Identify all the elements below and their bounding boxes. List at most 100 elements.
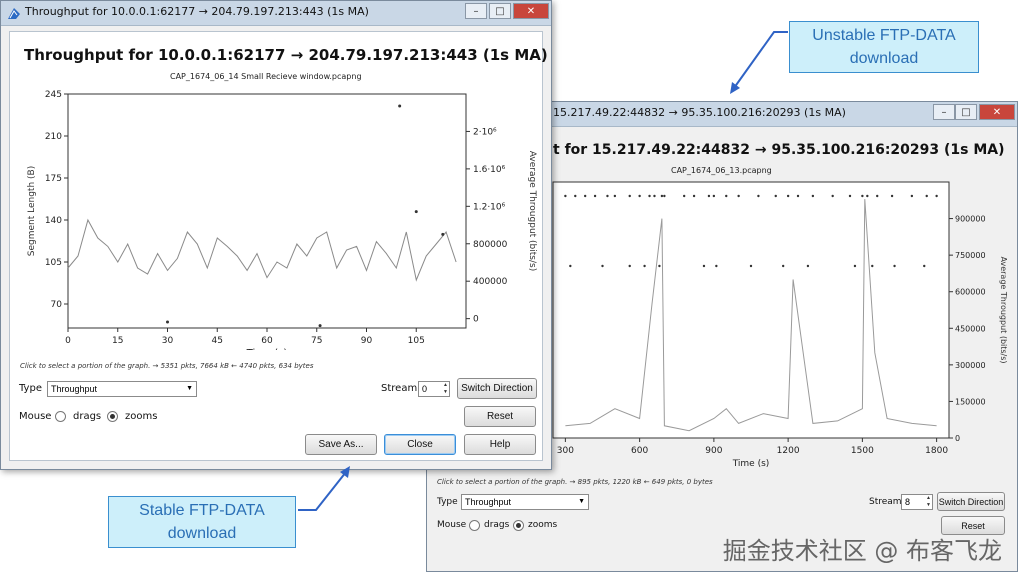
stream-spinbox[interactable]: 0 ▲ ▼ [418, 381, 450, 397]
y2-tick-label: 600000 [955, 288, 986, 297]
segment-point [923, 264, 926, 268]
segment-point [648, 194, 651, 198]
segment-point [658, 264, 661, 268]
segment-point [786, 194, 790, 198]
segment-point [796, 194, 800, 198]
close-icon[interactable]: ✕ [979, 104, 1015, 120]
y-tick-label: 105 [45, 258, 62, 268]
drags-label: drags [73, 411, 102, 422]
mouse-label: Mouse [437, 520, 467, 530]
save-as-button[interactable]: Save As... [305, 434, 377, 455]
y-tick-label: 175 [45, 174, 62, 184]
callout-line: download [849, 50, 919, 67]
zooms-radio[interactable] [513, 520, 524, 531]
outlier-point [441, 232, 445, 236]
callout-line: download [167, 525, 237, 542]
segment-point [628, 194, 631, 198]
switch-direction-button[interactable]: Switch Direction [457, 378, 537, 399]
segment-point [593, 194, 597, 198]
segment-point [653, 194, 656, 198]
segment-point [910, 194, 914, 198]
switch-direction-button[interactable]: Switch Direction [937, 492, 1005, 511]
segment-point [811, 194, 815, 198]
minimize-icon[interactable]: – [465, 3, 487, 19]
segment-point [876, 194, 879, 198]
throughput-plot[interactable]: 300 600 900 1200 1500 1800 0 150000 300000 450000… [549, 178, 1017, 474]
y2-tick-label: 300000 [955, 361, 986, 370]
maximize-icon[interactable]: □ [489, 3, 511, 19]
zooms-radio[interactable] [107, 411, 118, 422]
y2-tick-label: 1.6·10⁶ [473, 165, 506, 175]
graph-heading: Throughput for 10.0.0.1:62177 → 204.79.1… [24, 46, 548, 64]
maximize-icon[interactable]: □ [955, 104, 977, 120]
y-tick-label: 210 [45, 132, 62, 142]
y2-tick-label: 800000 [473, 240, 508, 250]
y2-tick-label: 0 [473, 315, 479, 325]
close-icon[interactable]: ✕ [513, 3, 549, 19]
y2-tick-label: 2·10⁶ [473, 127, 497, 137]
capture-filename: CAP_1674_06_14 Small Recieve window.pcap… [170, 72, 362, 81]
callout-line: Unstable FTP-DATA [812, 27, 956, 44]
segment-point [935, 194, 938, 198]
y2-tick-label: 900000 [955, 215, 986, 224]
y2-tick-label: 400000 [473, 277, 508, 287]
y2-tick-label: 0 [955, 434, 960, 443]
mouse-label: Mouse [19, 411, 52, 422]
spin-arrows-icon[interactable]: ▲ ▼ [926, 495, 931, 509]
segment-point [628, 264, 631, 268]
callout-line: Stable FTP-DATA [139, 502, 265, 519]
type-select[interactable]: Throughput ▼ [461, 494, 589, 510]
x-tick-label: 90 [361, 336, 373, 346]
minimize-icon[interactable]: – [933, 104, 955, 120]
segment-point [574, 194, 577, 198]
reset-button[interactable]: Reset [464, 406, 536, 427]
x-tick-label: 900 [705, 446, 722, 456]
callout-arrow-icon [730, 31, 788, 94]
y-tick-label: 140 [45, 216, 62, 226]
segment-point [866, 194, 869, 198]
type-select-value: Throughput [51, 384, 98, 394]
x-tick-label: 1200 [777, 446, 800, 456]
outlier-point [398, 104, 402, 108]
type-label: Type [19, 383, 42, 394]
spin-arrows-icon[interactable]: ▲ ▼ [443, 382, 448, 396]
close-button[interactable]: Close [384, 434, 456, 455]
x-axis-label: Time (s) [732, 459, 770, 469]
window-title: 15.217.49.22:44832 → 95.35.100.216:20293… [553, 106, 846, 119]
throughput-plot[interactable]: 0 15 30 45 60 75 90 105 70 105 140 175 210 245 0 400000… [10, 88, 540, 350]
x-tick-label: 0 [65, 336, 71, 346]
segment-point [871, 264, 874, 268]
segment-point [613, 194, 617, 198]
segment-point [890, 194, 894, 198]
watermark: 掘金技术社区 @ 布客飞龙 [722, 537, 1002, 565]
selection-hint: Click to select a portion of the graph. … [437, 478, 713, 486]
x-tick-label: 60 [261, 336, 273, 346]
segment-point [725, 194, 728, 198]
title-bar[interactable]: 15.217.49.22:44832 → 95.35.100.216:20293… [549, 102, 1017, 127]
capture-filename: CAP_1674_06_13.pcapng [671, 166, 772, 175]
segment-point [638, 194, 641, 198]
drags-radio[interactable] [55, 411, 66, 422]
zooms-label: zooms [125, 411, 158, 422]
drags-radio[interactable] [469, 520, 480, 531]
chevron-down-icon: ▼ [186, 385, 193, 392]
type-select-value: Throughput [465, 497, 512, 507]
stream-spinbox[interactable]: 8 ▲ ▼ [901, 494, 933, 510]
y-axis-label: Segment Length (B) [27, 166, 37, 256]
title-bar[interactable]: Throughput for 10.0.0.1:62177 → 204.79.1… [1, 1, 551, 26]
x-tick-label: 15 [112, 336, 123, 346]
y2-tick-label: 750000 [955, 251, 986, 260]
type-select[interactable]: Throughput ▼ [47, 381, 197, 397]
segment-point [663, 194, 666, 198]
segment-point [682, 194, 686, 198]
window-title: Throughput for 10.0.0.1:62177 → 204.79.1… [25, 5, 369, 18]
stream-value: 0 [422, 384, 428, 394]
stream-label: Stream [869, 497, 902, 507]
segment-point [757, 194, 760, 198]
y2-tick-label: 1.2·10⁶ [473, 202, 506, 212]
help-button[interactable]: Help [464, 434, 536, 455]
segment-point [749, 264, 753, 268]
segment-point [781, 264, 785, 268]
drags-label: drags [484, 520, 510, 530]
outlier-point [318, 324, 322, 328]
